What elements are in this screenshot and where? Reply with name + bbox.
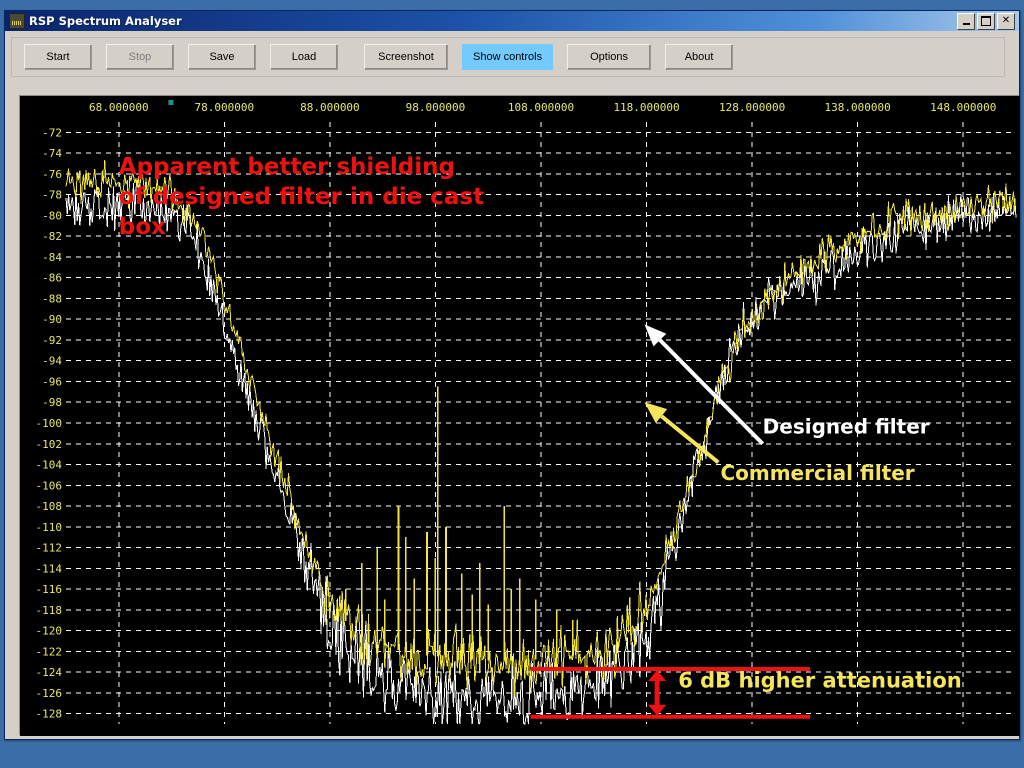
x-tick-label: 108.000000 xyxy=(508,101,574,114)
y-tick-label: -96 xyxy=(42,375,62,388)
y-tick-label: -88 xyxy=(42,292,62,305)
y-tick-label: -78 xyxy=(42,189,62,202)
y-tick-label: -100 xyxy=(36,417,63,430)
y-tick-label: -80 xyxy=(42,209,62,222)
attenuation-note: 6 dB higher attenuation xyxy=(678,669,962,693)
x-tick-label: 98.000000 xyxy=(406,101,466,114)
spectrum-plot[interactable]: 68.000000 78.000000 88.000000 98.000000 108.… xyxy=(20,96,1020,736)
toolbar: Start Stop Save Load Screenshot Show controls… xyxy=(11,37,1005,77)
y-tick-label: -98 xyxy=(42,396,62,409)
y-tick-label: -108 xyxy=(36,500,63,513)
y-tick-label: -82 xyxy=(42,230,62,243)
y-tick-label: -112 xyxy=(36,542,63,555)
y-tick-label: -114 xyxy=(36,562,63,575)
spectrum-plot-frame[interactable]: 68.000000 78.000000 88.000000 98.000000 108.… xyxy=(19,95,1020,736)
maximize-button[interactable] xyxy=(977,12,995,30)
y-tick-label: -120 xyxy=(36,625,63,638)
y-tick-label: -104 xyxy=(36,459,63,472)
annotation-line: Designed filter xyxy=(763,414,930,438)
annotation-line: of designed filter in die cast xyxy=(119,184,484,210)
spectrum-app-icon xyxy=(9,13,25,29)
y-tick-label: -92 xyxy=(42,334,62,347)
y-tick-label: -86 xyxy=(42,272,62,285)
y-tick-label: -116 xyxy=(36,583,63,596)
x-tick-label: 68.000000 xyxy=(89,101,149,114)
tuning-marker-icon xyxy=(168,100,174,105)
designed-filter-label: Designed filter xyxy=(763,414,930,438)
start-button[interactable]: Start xyxy=(24,44,92,70)
app-window: RSP Spectrum Analyser ✕ Start Stop Save Loa… xyxy=(4,10,1020,740)
y-tick-label: -72 xyxy=(42,126,62,139)
x-tick-label: 138.000000 xyxy=(825,101,891,114)
x-tick-label: 148.000000 xyxy=(930,101,996,114)
y-tick-label: -110 xyxy=(36,521,63,534)
y-tick-label: -124 xyxy=(36,666,63,679)
y-tick-label: -118 xyxy=(36,604,63,617)
show-controls-button[interactable]: Show controls xyxy=(462,44,554,70)
y-tick-label: -90 xyxy=(42,313,62,326)
load-button[interactable]: Load xyxy=(270,44,338,70)
x-tick-label: 88.000000 xyxy=(300,101,360,114)
save-button[interactable]: Save xyxy=(188,44,256,70)
screenshot-button[interactable]: Screenshot xyxy=(364,44,448,70)
y-tick-label: -84 xyxy=(42,251,62,264)
x-tick-label: 78.000000 xyxy=(195,101,255,114)
x-tick-label: 128.000000 xyxy=(719,101,785,114)
annotation-line: box xyxy=(119,214,166,240)
commercial-filter-label: Commercial filter xyxy=(720,461,914,485)
x-axis-tick-labels: 68.000000 78.000000 88.000000 98.000000 108.… xyxy=(89,101,996,114)
stop-button[interactable]: Stop xyxy=(106,44,174,70)
annotation-line: Apparent better shielding xyxy=(119,154,455,180)
y-tick-label: -106 xyxy=(36,479,63,492)
y-tick-label: -76 xyxy=(42,168,62,181)
y-tick-label: -74 xyxy=(42,147,62,160)
annotation-line: 6 dB higher attenuation xyxy=(678,669,962,693)
close-button[interactable]: ✕ xyxy=(997,12,1015,30)
x-tick-label: 118.000000 xyxy=(613,101,679,114)
y-tick-label: -102 xyxy=(36,438,63,451)
y-tick-label: -128 xyxy=(36,708,63,721)
annotation-line: Commercial filter xyxy=(720,461,914,485)
window-title: RSP Spectrum Analyser xyxy=(29,14,182,28)
minimize-button[interactable] xyxy=(957,12,975,30)
about-button[interactable]: About xyxy=(665,44,734,70)
y-tick-label: -122 xyxy=(36,645,63,658)
y-tick-label: -126 xyxy=(36,687,63,700)
y-tick-label: -94 xyxy=(42,355,62,368)
window-controls: ✕ xyxy=(957,12,1017,30)
desktop-background: RSP Spectrum Analyser ✕ Start Stop Save Loa… xyxy=(0,0,1024,768)
options-button[interactable]: Options xyxy=(567,44,652,70)
title-bar[interactable]: RSP Spectrum Analyser ✕ xyxy=(5,11,1019,31)
